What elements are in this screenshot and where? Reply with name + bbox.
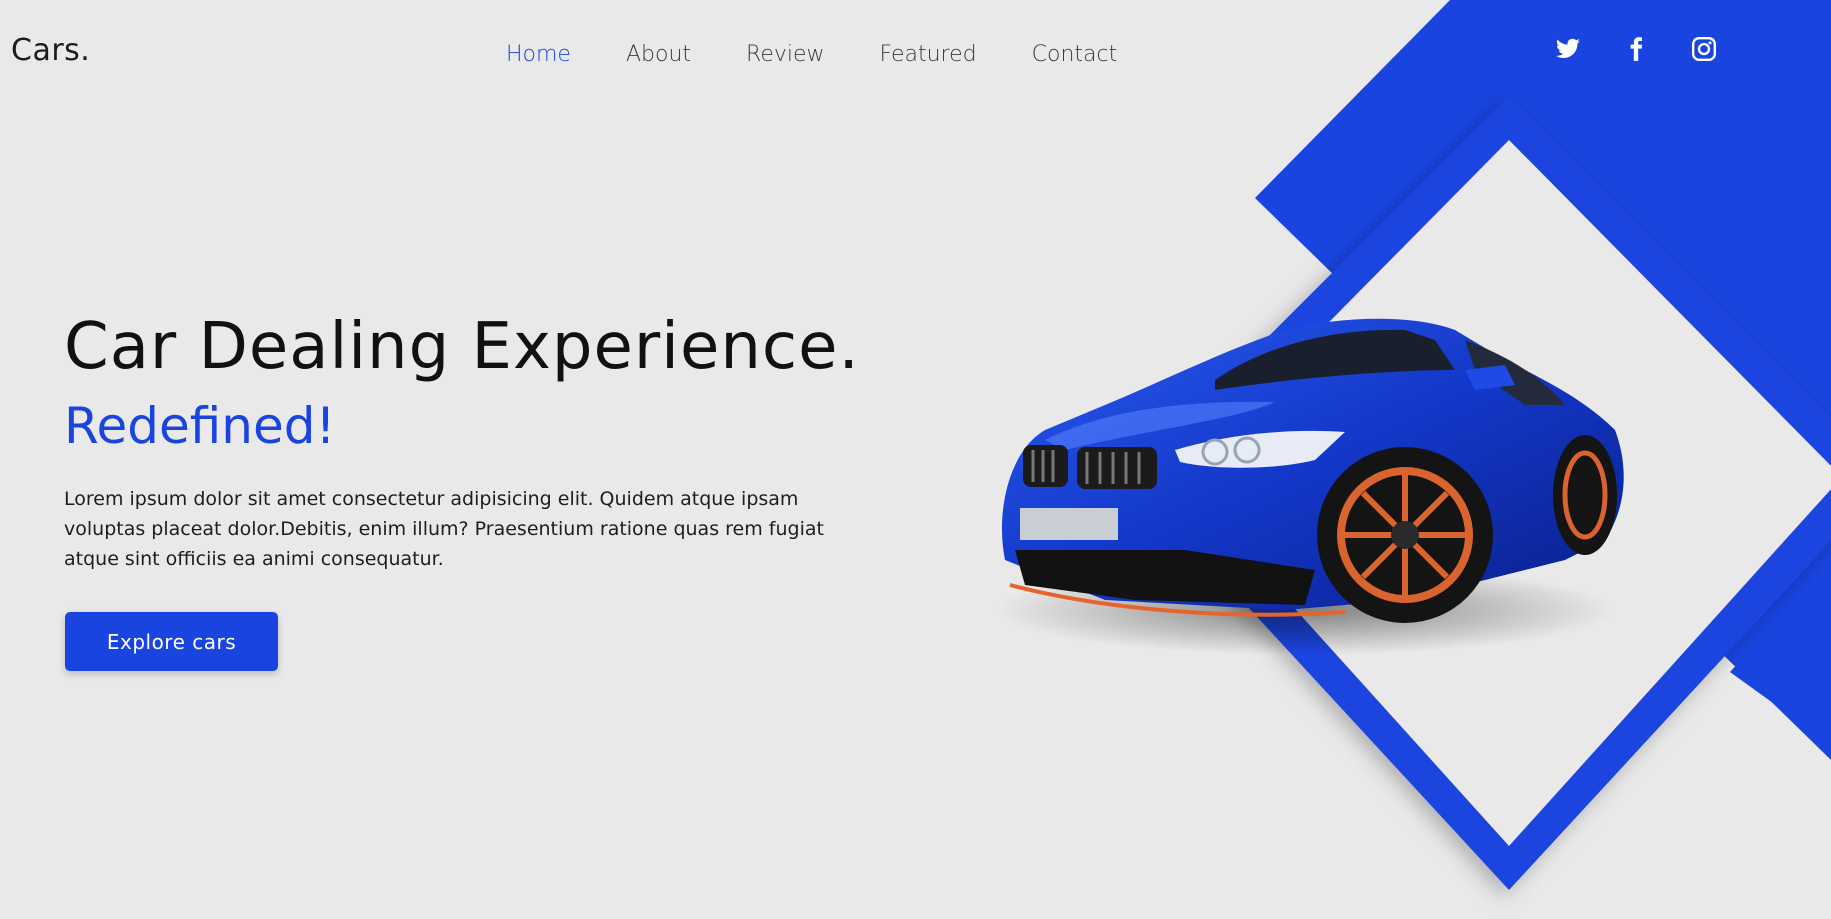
facebook-icon[interactable] [1621, 34, 1651, 64]
landing-page: Cars. Home About Review Featured Contact… [0, 0, 1831, 919]
site-logo[interactable]: Cars. [11, 33, 90, 68]
hero-title: Car Dealing Experience. [64, 310, 860, 384]
twitter-icon[interactable] [1553, 34, 1583, 64]
hero-subtitle: Redefined! [64, 397, 336, 455]
nav-review[interactable]: Review [746, 42, 825, 67]
hero-description: Lorem ipsum dolor sit amet consectetur a… [64, 488, 824, 570]
nav-home[interactable]: Home [506, 42, 571, 67]
car-image [995, 318, 1624, 655]
nav-featured[interactable]: Featured [880, 42, 977, 67]
main-nav: Home About Review Featured Contact [506, 42, 1172, 67]
nav-about[interactable]: About [626, 42, 691, 67]
instagram-icon[interactable] [1689, 34, 1719, 64]
social-links [1553, 34, 1757, 64]
explore-cars-button[interactable]: Explore cars [65, 612, 278, 671]
nav-contact[interactable]: Contact [1032, 42, 1118, 67]
